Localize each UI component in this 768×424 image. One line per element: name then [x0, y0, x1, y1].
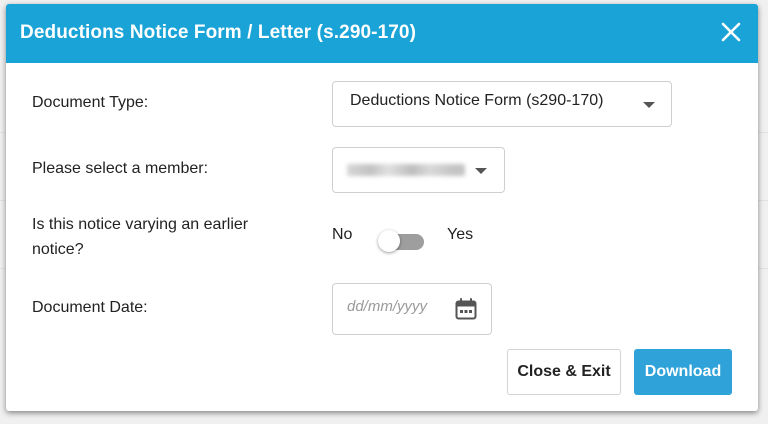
varying-notice-toggle[interactable]	[378, 230, 424, 252]
toggle-knob[interactable]	[378, 230, 400, 252]
varying-notice-label-line1: Is this notice varying an earlier	[32, 216, 249, 233]
document-date-field[interactable]	[332, 283, 492, 335]
dialog-title: Deductions Notice Form / Letter (s.290-1…	[20, 22, 417, 43]
chevron-down-icon	[475, 168, 487, 174]
varying-notice-label-line2: notice?	[32, 241, 84, 258]
deductions-notice-dialog: Deductions Notice Form / Letter (s.290-1…	[6, 4, 758, 411]
chevron-down-icon	[643, 102, 655, 108]
close-icon[interactable]	[720, 21, 742, 43]
close-exit-button[interactable]: Close & Exit	[507, 349, 621, 395]
toggle-no-label: No	[332, 226, 353, 243]
document-date-label: Document Date:	[32, 299, 148, 316]
member-select[interactable]	[332, 147, 505, 193]
dialog-header: Deductions Notice Form / Letter (s.290-1…	[6, 4, 758, 63]
redacted-member-name	[347, 164, 465, 176]
calendar-icon[interactable]	[454, 297, 478, 321]
member-label: Please select a member:	[32, 160, 209, 177]
document-date-input[interactable]	[347, 298, 447, 315]
toggle-yes-label: Yes	[447, 226, 474, 243]
download-button[interactable]: Download	[634, 349, 732, 395]
document-type-label: Document Type:	[32, 94, 149, 111]
document-type-select[interactable]: Deductions Notice Form (s290-170)	[332, 81, 672, 127]
document-type-value: Deductions Notice Form (s290-170)	[350, 92, 604, 109]
